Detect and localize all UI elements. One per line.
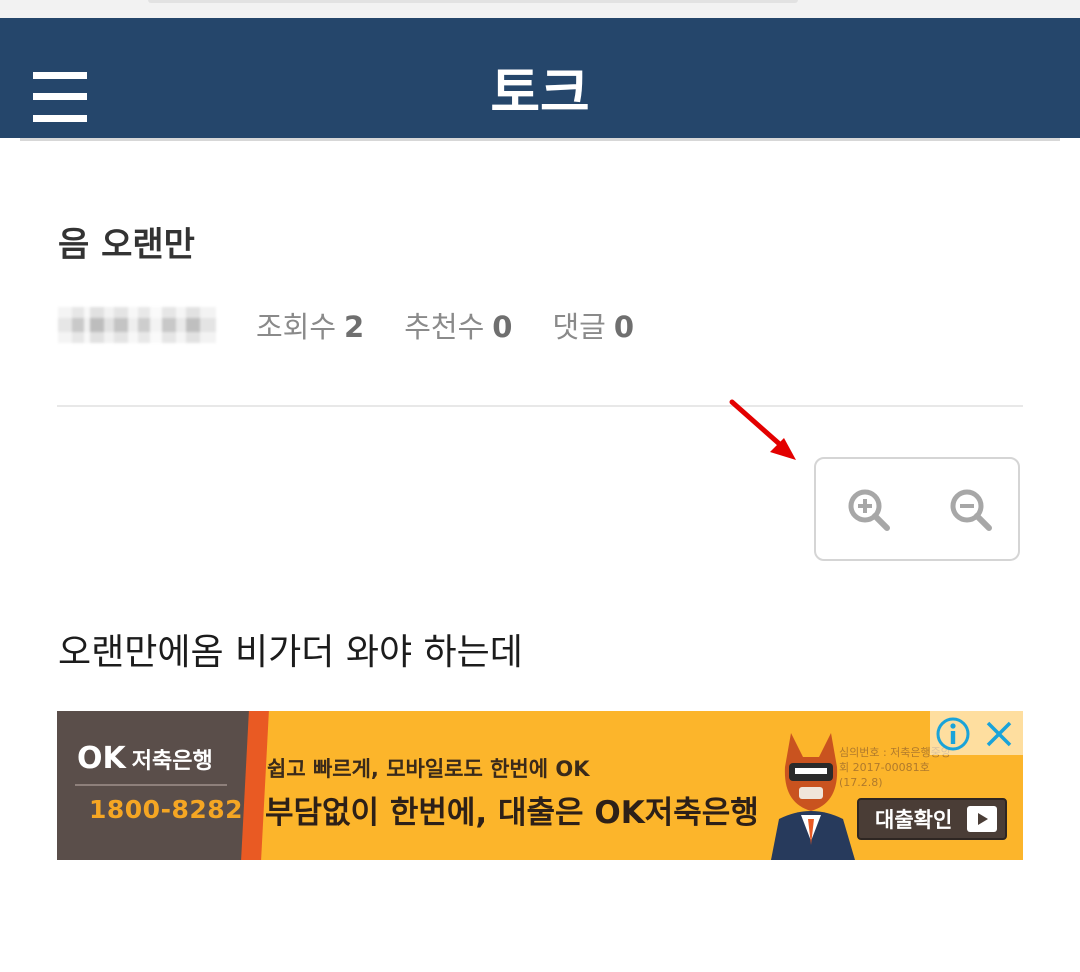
font-zoom-controls xyxy=(814,457,1020,561)
header-divider xyxy=(20,138,1060,141)
recommend-count-label: 추천수 xyxy=(404,310,485,344)
comment-count-label: 댓글 xyxy=(552,310,606,344)
comment-count-value: 0 xyxy=(613,310,635,344)
view-count-value: 2 xyxy=(344,310,365,344)
ad-brand-panel: OK 저축은행 1800-8282 xyxy=(57,711,252,860)
recommend-count: 추천수 0 xyxy=(404,304,512,346)
page-title: 토크 xyxy=(490,61,590,124)
ad-cta-button[interactable]: 대출확인 xyxy=(857,798,1007,840)
ad-tagline: 쉽고 빠르게, 모바일로도 한번에 OK xyxy=(267,757,590,781)
recommend-count-value: 0 xyxy=(492,310,513,344)
post-meta: 조회수 2 추천수 0 댓글 0 xyxy=(58,304,674,346)
ad-mascot-image xyxy=(771,733,855,860)
annotation-arrow-icon xyxy=(729,399,796,460)
ad-banner[interactable]: OK 저축은행 1800-8282 쉽고 빠르게, 모바일로도 한번에 OK 부담… xyxy=(57,711,1023,860)
browser-url-bar-edge xyxy=(148,0,798,3)
post-body: 오랜만에옴 비가더 와야 하는데 xyxy=(58,632,523,673)
ad-brand-name: OK xyxy=(77,741,126,776)
play-icon xyxy=(967,806,997,832)
close-icon[interactable] xyxy=(980,715,1018,753)
ad-cta-label: 대출확인 xyxy=(875,808,953,832)
content-divider xyxy=(57,405,1023,407)
post-title: 음 오랜만 xyxy=(58,225,195,265)
ad-brand-divider xyxy=(75,784,227,786)
zoom-out-icon[interactable] xyxy=(948,487,994,533)
author-name-blurred[interactable] xyxy=(58,307,216,343)
view-count: 조회수 2 xyxy=(256,304,364,346)
ad-brand-logo: OK 저축은행 xyxy=(77,741,213,776)
ad-choices xyxy=(930,711,1023,755)
zoom-in-icon[interactable] xyxy=(846,487,892,533)
comment-count: 댓글 0 xyxy=(552,304,634,346)
app-header: 토크 xyxy=(0,18,1080,138)
info-icon[interactable] xyxy=(934,715,972,753)
ad-headline: 부담없이 한번에, 대출은 OK저축은행 xyxy=(265,795,759,831)
view-count-label: 조회수 xyxy=(256,310,337,344)
ad-phone-number: 1800-8282 xyxy=(89,795,244,824)
ad-brand-sub: 저축은행 xyxy=(131,749,213,774)
browser-top-strip xyxy=(0,0,1080,18)
